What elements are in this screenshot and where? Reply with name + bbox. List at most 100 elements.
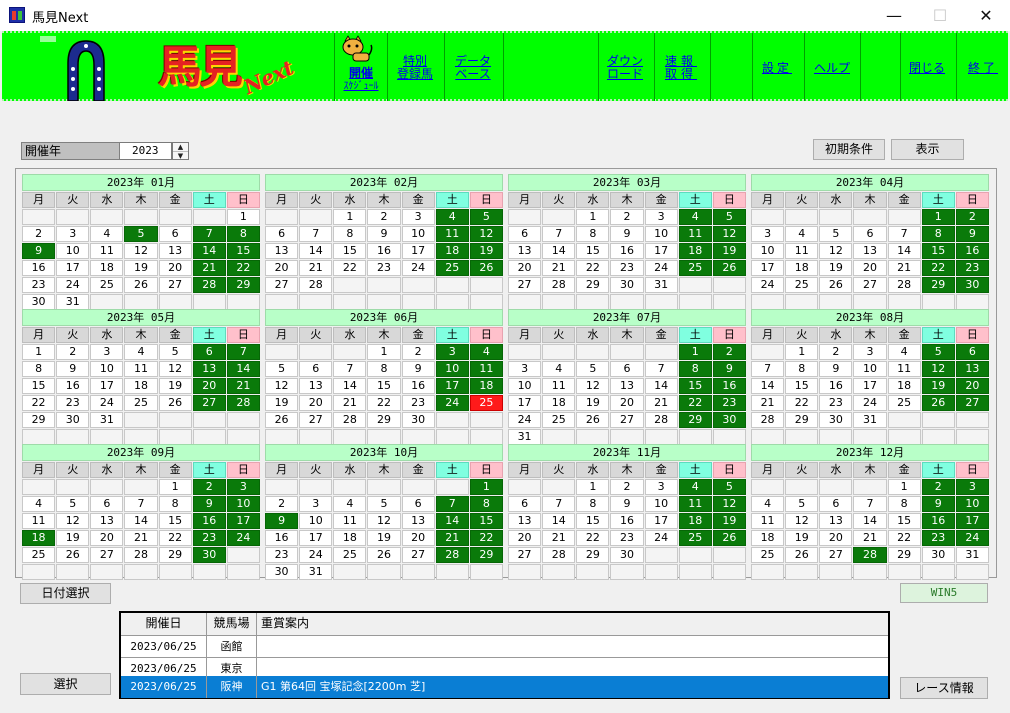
calendar-day[interactable]: 18 — [785, 260, 819, 276]
calendar-day[interactable]: 5 — [56, 496, 90, 512]
calendar-day[interactable]: 2 — [265, 496, 299, 512]
calendar-day[interactable]: 25 — [678, 530, 712, 546]
calendar-day[interactable]: 18 — [751, 530, 785, 546]
calendar-day[interactable]: 9 — [192, 496, 226, 512]
calendar-day[interactable]: 18 — [469, 378, 503, 394]
calendar-day[interactable]: 5 — [576, 361, 610, 377]
calendar-day[interactable]: 21 — [542, 530, 576, 546]
calendar-day[interactable]: 17 — [299, 530, 333, 546]
calendar-day[interactable]: 23 — [192, 530, 226, 546]
calendar-day[interactable]: 10 — [226, 496, 260, 512]
calendar-day[interactable]: 28 — [542, 547, 576, 563]
calendar-day[interactable]: 18 — [678, 243, 712, 259]
calendar-day[interactable]: 13 — [610, 378, 644, 394]
calendar-day[interactable]: 2 — [401, 344, 435, 360]
calendar-day[interactable]: 8 — [921, 226, 955, 242]
calendar-day[interactable]: 25 — [22, 547, 56, 563]
calendar-day[interactable]: 8 — [887, 496, 921, 512]
calendar-day[interactable]: 16 — [819, 378, 853, 394]
calendar-day[interactable]: 13 — [955, 361, 989, 377]
calendar-day[interactable]: 15 — [22, 378, 56, 394]
calendar-day[interactable]: 5 — [819, 226, 853, 242]
calendar-day[interactable]: 9 — [265, 513, 299, 529]
calendar-day[interactable]: 12 — [367, 513, 401, 529]
calendar-day[interactable]: 17 — [226, 513, 260, 529]
show-button[interactable]: 表示 — [891, 139, 964, 160]
calendar-day[interactable]: 23 — [955, 260, 989, 276]
spin-up-icon[interactable]: ▲ — [173, 143, 188, 151]
calendar-day[interactable]: 2 — [56, 344, 90, 360]
calendar-day[interactable]: 11 — [333, 513, 367, 529]
calendar-day[interactable]: 30 — [610, 547, 644, 563]
calendar-day[interactable]: 4 — [22, 496, 56, 512]
calendar-day[interactable]: 19 — [469, 243, 503, 259]
calendar-day[interactable]: 13 — [158, 243, 192, 259]
calendar-day[interactable]: 26 — [712, 260, 746, 276]
calendar-day[interactable]: 19 — [712, 243, 746, 259]
calendar-day[interactable]: 19 — [124, 260, 158, 276]
calendar-day[interactable]: 20 — [853, 260, 887, 276]
calendar-day[interactable]: 27 — [955, 395, 989, 411]
calendar-day[interactable]: 27 — [299, 412, 333, 428]
select-button[interactable]: 選択 — [20, 673, 111, 695]
calendar-day[interactable]: 9 — [367, 226, 401, 242]
calendar-day[interactable]: 7 — [887, 226, 921, 242]
calendar-day[interactable]: 25 — [887, 395, 921, 411]
calendar-day[interactable]: 30 — [819, 412, 853, 428]
calendar-day[interactable]: 8 — [678, 361, 712, 377]
calendar-day[interactable]: 24 — [508, 412, 542, 428]
calendar-day[interactable]: 29 — [158, 547, 192, 563]
calendar-day[interactable]: 26 — [124, 277, 158, 293]
calendar-day[interactable]: 30 — [921, 547, 955, 563]
calendar-day[interactable]: 14 — [299, 243, 333, 259]
calendar-day[interactable]: 5 — [785, 496, 819, 512]
calendar-day[interactable]: 30 — [22, 294, 56, 310]
calendar-day[interactable]: 23 — [712, 395, 746, 411]
calendar-day[interactable]: 22 — [158, 530, 192, 546]
calendar-day[interactable]: 2 — [192, 479, 226, 495]
calendar-day[interactable]: 30 — [401, 412, 435, 428]
calendar-day[interactable]: 21 — [853, 530, 887, 546]
calendar-day[interactable]: 20 — [610, 395, 644, 411]
calendar-day[interactable]: 20 — [265, 260, 299, 276]
calendar-day[interactable]: 19 — [56, 530, 90, 546]
calendar-day[interactable]: 28 — [853, 547, 887, 563]
calendar-day[interactable]: 16 — [610, 243, 644, 259]
calendar-day[interactable]: 13 — [508, 243, 542, 259]
calendar-day[interactable]: 16 — [955, 243, 989, 259]
calendar-day[interactable]: 11 — [22, 513, 56, 529]
calendar-day[interactable]: 20 — [508, 260, 542, 276]
calendar-day[interactable]: 26 — [819, 277, 853, 293]
calendar-day[interactable]: 29 — [469, 547, 503, 563]
calendar-day[interactable]: 17 — [435, 378, 469, 394]
calendar-day[interactable]: 27 — [819, 547, 853, 563]
calendar-day[interactable]: 22 — [576, 260, 610, 276]
calendar-day[interactable]: 24 — [56, 277, 90, 293]
calendar-day[interactable]: 5 — [158, 344, 192, 360]
calendar-day[interactable]: 22 — [367, 395, 401, 411]
calendar-day[interactable]: 1 — [158, 479, 192, 495]
calendar-day[interactable]: 6 — [508, 226, 542, 242]
calendar-day[interactable]: 6 — [819, 496, 853, 512]
calendar-day[interactable]: 29 — [678, 412, 712, 428]
calendar-day[interactable]: 29 — [367, 412, 401, 428]
calendar-day[interactable]: 22 — [22, 395, 56, 411]
calendar-day[interactable]: 16 — [610, 513, 644, 529]
calendar-day[interactable]: 21 — [751, 395, 785, 411]
calendar-day[interactable]: 1 — [333, 209, 367, 225]
calendar-day[interactable]: 16 — [22, 260, 56, 276]
calendar-day[interactable]: 19 — [576, 395, 610, 411]
calendar-day[interactable]: 10 — [644, 496, 678, 512]
calendar-day[interactable]: 22 — [469, 530, 503, 546]
calendar-day[interactable]: 12 — [56, 513, 90, 529]
calendar-day[interactable]: 3 — [56, 226, 90, 242]
calendar-day[interactable]: 11 — [542, 378, 576, 394]
calendar-day[interactable]: 7 — [333, 361, 367, 377]
calendar-day[interactable]: 27 — [853, 277, 887, 293]
calendar-day[interactable]: 3 — [853, 344, 887, 360]
calendar-day[interactable]: 8 — [576, 226, 610, 242]
calendar-day[interactable]: 13 — [508, 513, 542, 529]
calendar-day[interactable]: 12 — [576, 378, 610, 394]
calendar-day[interactable]: 31 — [644, 277, 678, 293]
calendar-day[interactable]: 13 — [192, 361, 226, 377]
